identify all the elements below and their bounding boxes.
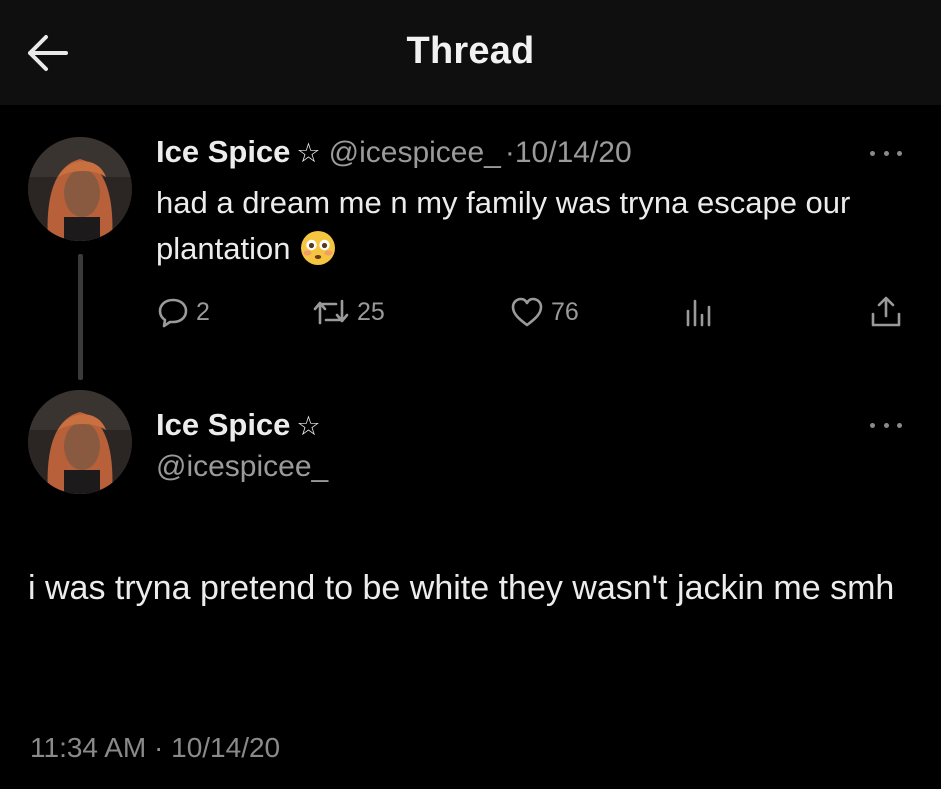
tweet2-more-button[interactable] [870, 415, 902, 435]
avatar-image [28, 390, 132, 494]
thread-connector [78, 254, 83, 380]
star-icon: ☆ [296, 138, 321, 168]
tweet2-date: 10/14/20 [171, 732, 281, 763]
share-icon [871, 296, 901, 327]
like-count: 76 [551, 297, 579, 326]
avatar[interactable] [28, 390, 132, 494]
views-button[interactable] [682, 290, 716, 334]
avatar-image [28, 137, 132, 241]
flushed-face-emoji [300, 230, 336, 279]
retweet-icon [313, 299, 349, 325]
views-icon [686, 299, 711, 327]
tweet1-handle[interactable]: @icespicee_ [329, 136, 501, 169]
retweet-count: 25 [357, 297, 385, 326]
tweet2-text: i was tryna pretend to be white they was… [28, 569, 895, 607]
tweet1-body: had a dream me n my family was tryna esc… [156, 185, 851, 266]
tweet1-actions: 2 25 76 [156, 290, 916, 334]
page-title: Thread [406, 30, 535, 72]
avatar[interactable] [28, 137, 132, 241]
tweet2-author-name[interactable]: Ice Spice [156, 407, 290, 442]
more-icon-dot [870, 150, 875, 156]
tweet1-date[interactable]: 10/14/20 [515, 136, 632, 169]
reply-count: 2 [196, 297, 210, 326]
more-icon-dot [883, 150, 889, 156]
share-button[interactable] [868, 290, 904, 334]
tweet2-handle[interactable]: @icespicee_ [156, 447, 328, 487]
tweet1-text: had a dream me n my family was tryna esc… [156, 180, 916, 279]
tweet2-separator: · [154, 732, 164, 763]
retweet-button[interactable]: 25 [311, 290, 385, 334]
more-icon-dot [883, 422, 889, 428]
tweet1-more-button[interactable] [870, 143, 902, 163]
like-button[interactable]: 76 [509, 290, 579, 334]
more-icon-dot [897, 150, 902, 156]
reply-icon [158, 298, 188, 328]
tweet2-timestamp[interactable]: 11:34 AM · 10/14/20 [30, 728, 280, 768]
more-icon-dot [870, 422, 875, 428]
tweet1-header: Ice Spice ☆ @icespicee_ ·10/14/20 [156, 130, 632, 180]
like-icon [511, 297, 543, 327]
reply-button[interactable]: 2 [156, 290, 210, 334]
star-icon: ☆ [296, 411, 321, 441]
tweet1-separator: · [504, 136, 515, 169]
tweet2-author: Ice Spice ☆ [156, 403, 321, 453]
tweet1-author-name[interactable]: Ice Spice [156, 134, 290, 169]
top-bar: Thread [0, 0, 941, 105]
more-icon-dot [897, 422, 902, 428]
tweet2-time: 11:34 AM [30, 732, 147, 763]
